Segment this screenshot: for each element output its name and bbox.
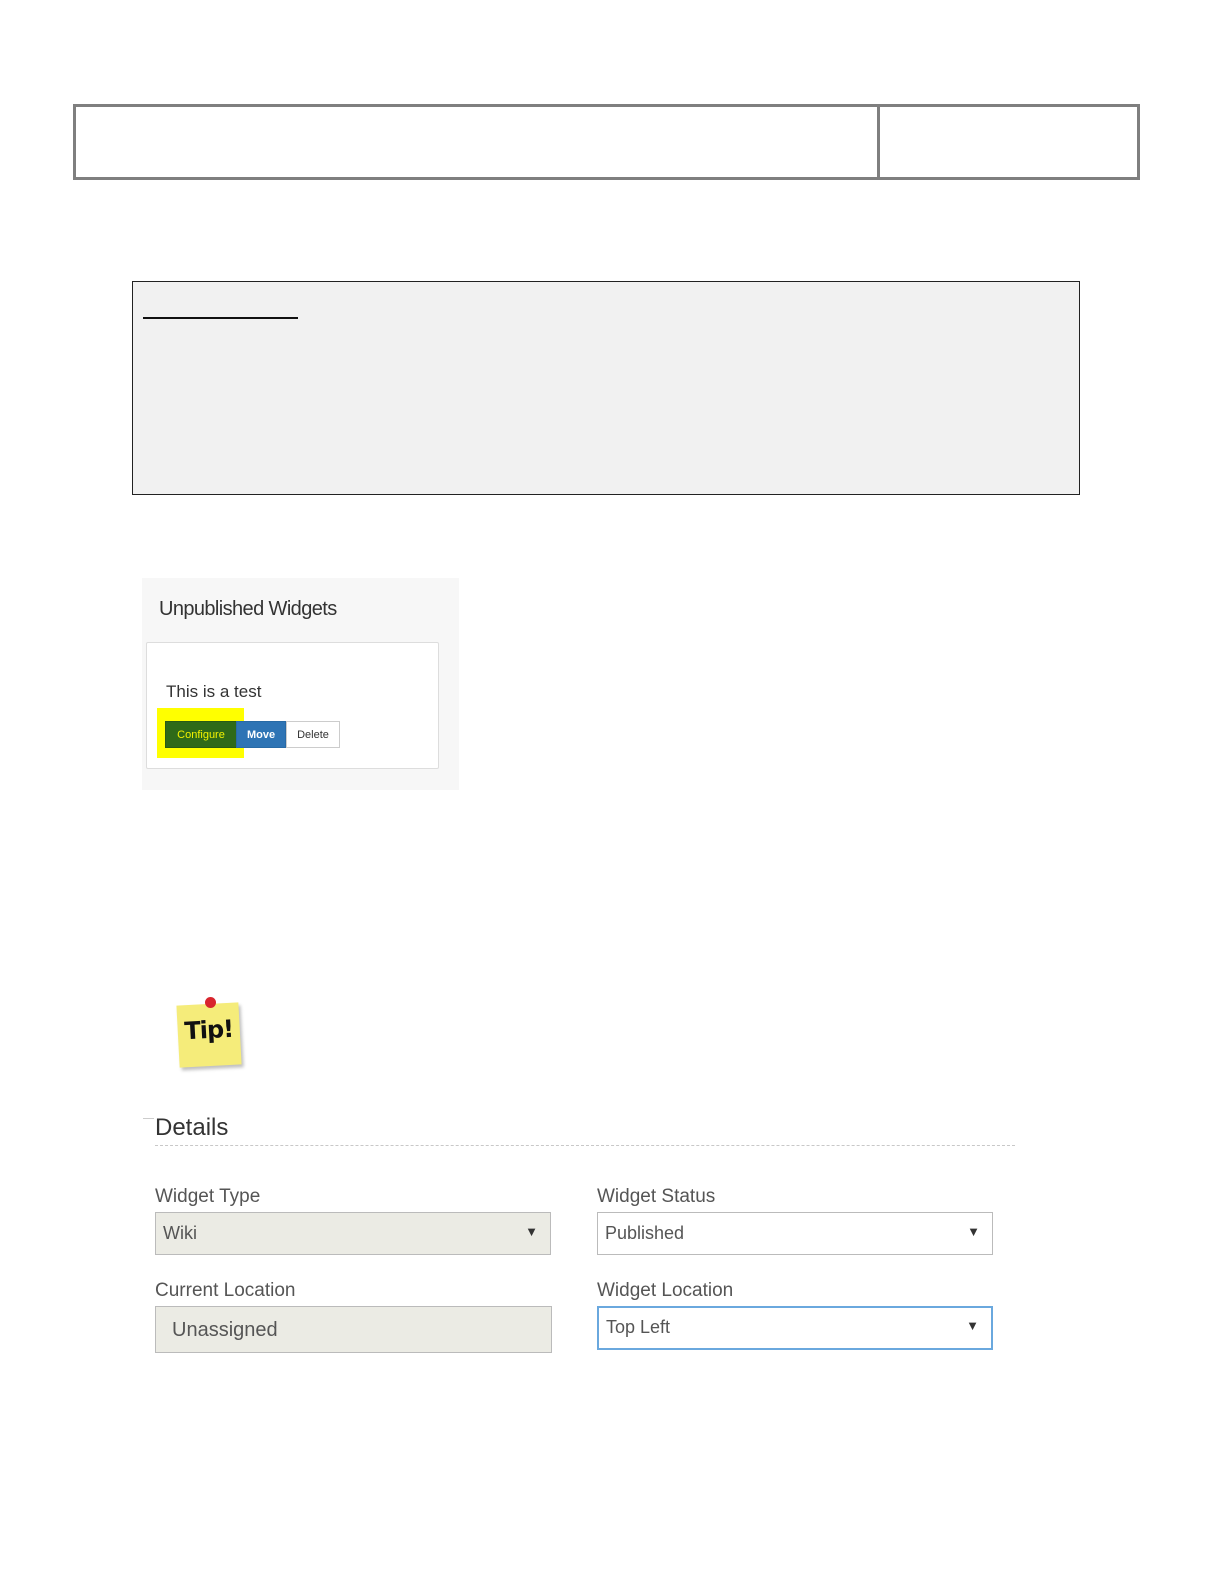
chevron-down-icon: ▼ xyxy=(525,1224,538,1239)
chevron-down-icon: ▼ xyxy=(966,1318,979,1333)
widget-status-label: Widget Status xyxy=(597,1186,716,1207)
unpublished-widgets-title: Unpublished Widgets xyxy=(159,598,337,620)
chevron-down-icon: ▼ xyxy=(967,1224,980,1239)
widget-status-select[interactable]: Published ▼ xyxy=(597,1212,993,1255)
delete-button[interactable]: Delete xyxy=(286,721,340,748)
header-cell-left xyxy=(76,107,880,177)
pin-icon xyxy=(205,997,216,1008)
header-table xyxy=(73,104,1140,180)
tip-note-icon: Tip! xyxy=(176,1002,242,1068)
current-location-label: Current Location xyxy=(155,1280,296,1301)
current-location-value: Unassigned xyxy=(172,1319,278,1341)
widget-location-value: Top Left xyxy=(606,1317,671,1337)
tip-label: Tip! xyxy=(183,1014,234,1046)
details-left-line xyxy=(143,1118,154,1119)
widget-location-select[interactable]: Top Left ▼ xyxy=(597,1306,993,1350)
widget-location-label: Widget Location xyxy=(597,1280,734,1301)
details-divider xyxy=(155,1145,1015,1146)
widget-type-label: Widget Type xyxy=(155,1186,261,1207)
configure-button[interactable]: Configure xyxy=(165,721,237,748)
details-title: Details xyxy=(155,1114,229,1141)
note-box xyxy=(132,281,1080,495)
move-button[interactable]: Move xyxy=(236,721,286,748)
current-location-input: Unassigned xyxy=(155,1306,552,1353)
widget-type-select: Wiki ▼ xyxy=(155,1212,551,1255)
widget-status-value: Published xyxy=(605,1223,685,1243)
unpublished-widgets-panel: Unpublished Widgets This is a test Confi… xyxy=(142,578,459,790)
widget-type-value: Wiki xyxy=(163,1223,197,1243)
header-cell-right xyxy=(880,107,1137,177)
widget-card-text: This is a test xyxy=(166,682,262,701)
note-heading-underline xyxy=(143,317,298,319)
